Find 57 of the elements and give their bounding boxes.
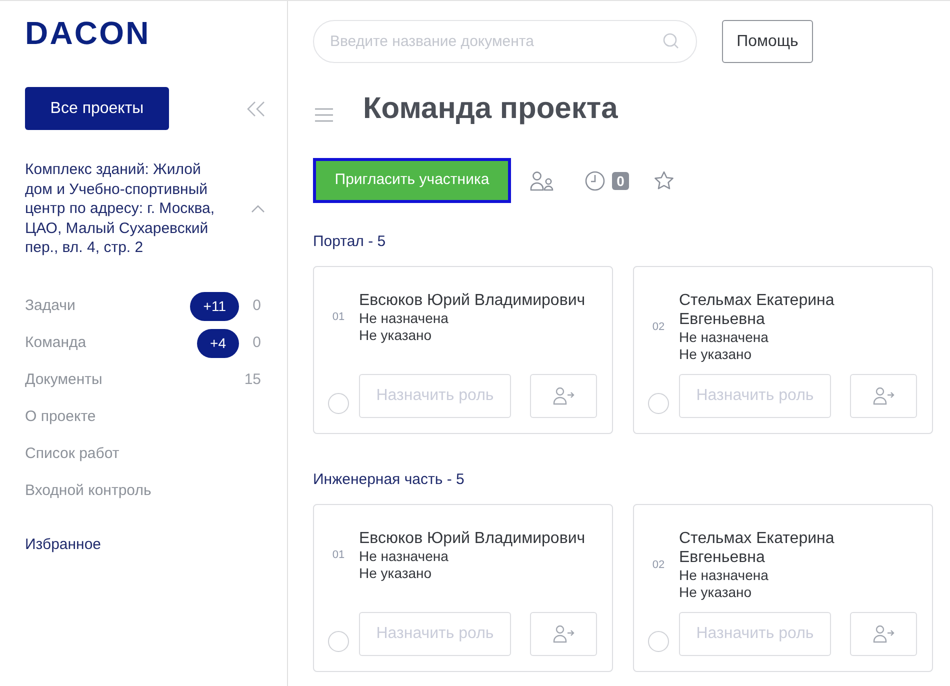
- member-detail: Не указано: [679, 584, 753, 601]
- section-title: Портал - 5: [313, 232, 386, 252]
- favorites-link[interactable]: Избранное: [25, 534, 102, 556]
- new-count-badge: +4: [197, 328, 239, 358]
- member-number: 02: [652, 558, 665, 573]
- select-radio[interactable]: [648, 631, 669, 652]
- nav-link[interactable]: Команда: [25, 332, 86, 354]
- collapse-sidebar-icon[interactable]: [247, 100, 265, 116]
- search-field[interactable]: Введите название документа: [313, 20, 697, 63]
- user-arrow-icon: [552, 387, 574, 405]
- nav-link[interactable]: Список работ: [25, 442, 120, 466]
- chevron-up-icon[interactable]: [251, 204, 265, 213]
- member-detail: Не указано: [359, 565, 433, 582]
- item-count: 0: [252, 296, 261, 316]
- search-icon[interactable]: [663, 33, 679, 49]
- item-count: 0: [252, 332, 261, 353]
- member-number: 01: [332, 310, 345, 326]
- clock-icon[interactable]: [585, 170, 605, 190]
- project-name: Комплекс зданий: Жилой дом и Учебно-спортивный центр по адресу: г. Москва, ЦАО, Малый Сухаревский пер., вл. 4, стр. 2: [25, 160, 216, 258]
- select-radio[interactable]: [328, 631, 349, 652]
- member-name: Стельмах Екатерина Евгеньевна: [679, 529, 836, 567]
- member-detail: Не указано: [359, 327, 433, 344]
- transfer-member-button[interactable]: [850, 612, 917, 656]
- member-number: 01: [332, 548, 345, 564]
- logo[interactable]: DACON: [25, 17, 150, 49]
- member-role: Не назначена: [679, 567, 770, 584]
- section-title: Инженерная часть - 5: [313, 470, 464, 490]
- all-projects-button[interactable]: Все проекты: [25, 87, 169, 130]
- user-arrow-icon: [552, 625, 574, 643]
- new-count-badge: +11: [190, 292, 239, 320]
- item-count: 15: [244, 370, 261, 390]
- member-role: Не назначена: [679, 329, 770, 346]
- nav-link[interactable]: Входной контроль: [25, 480, 152, 502]
- member-name: Евсюков Юрий Владимирович: [359, 291, 586, 310]
- select-radio[interactable]: [648, 393, 669, 414]
- transfer-member-button[interactable]: [530, 612, 597, 656]
- member-role: Не назначена: [359, 310, 450, 327]
- select-radio[interactable]: [328, 393, 349, 414]
- page-title: Команда проекта: [363, 90, 618, 126]
- help-button[interactable]: Помощь: [722, 20, 813, 63]
- member-number: 02: [652, 320, 665, 335]
- menu-icon[interactable]: [315, 108, 333, 122]
- transfer-member-button[interactable]: [530, 374, 597, 418]
- star-icon[interactable]: [654, 171, 674, 190]
- nav-link[interactable]: О проекте: [25, 406, 96, 428]
- history-count-badge: 0: [612, 172, 629, 190]
- member-detail: Не указано: [679, 346, 753, 363]
- member-name: Стельмах Екатерина Евгеньевна: [679, 291, 836, 329]
- nav-link[interactable]: Задачи: [25, 294, 76, 318]
- nav-link[interactable]: Документы: [25, 368, 102, 392]
- transfer-member-button[interactable]: [850, 374, 917, 418]
- users-icon[interactable]: [530, 170, 554, 190]
- member-name: Евсюков Юрий Владимирович: [359, 529, 586, 548]
- user-arrow-icon: [872, 625, 894, 643]
- user-arrow-icon: [872, 387, 894, 405]
- member-role: Не назначена: [359, 548, 450, 565]
- invite-member-button[interactable]: Пригласить участника: [313, 158, 511, 203]
